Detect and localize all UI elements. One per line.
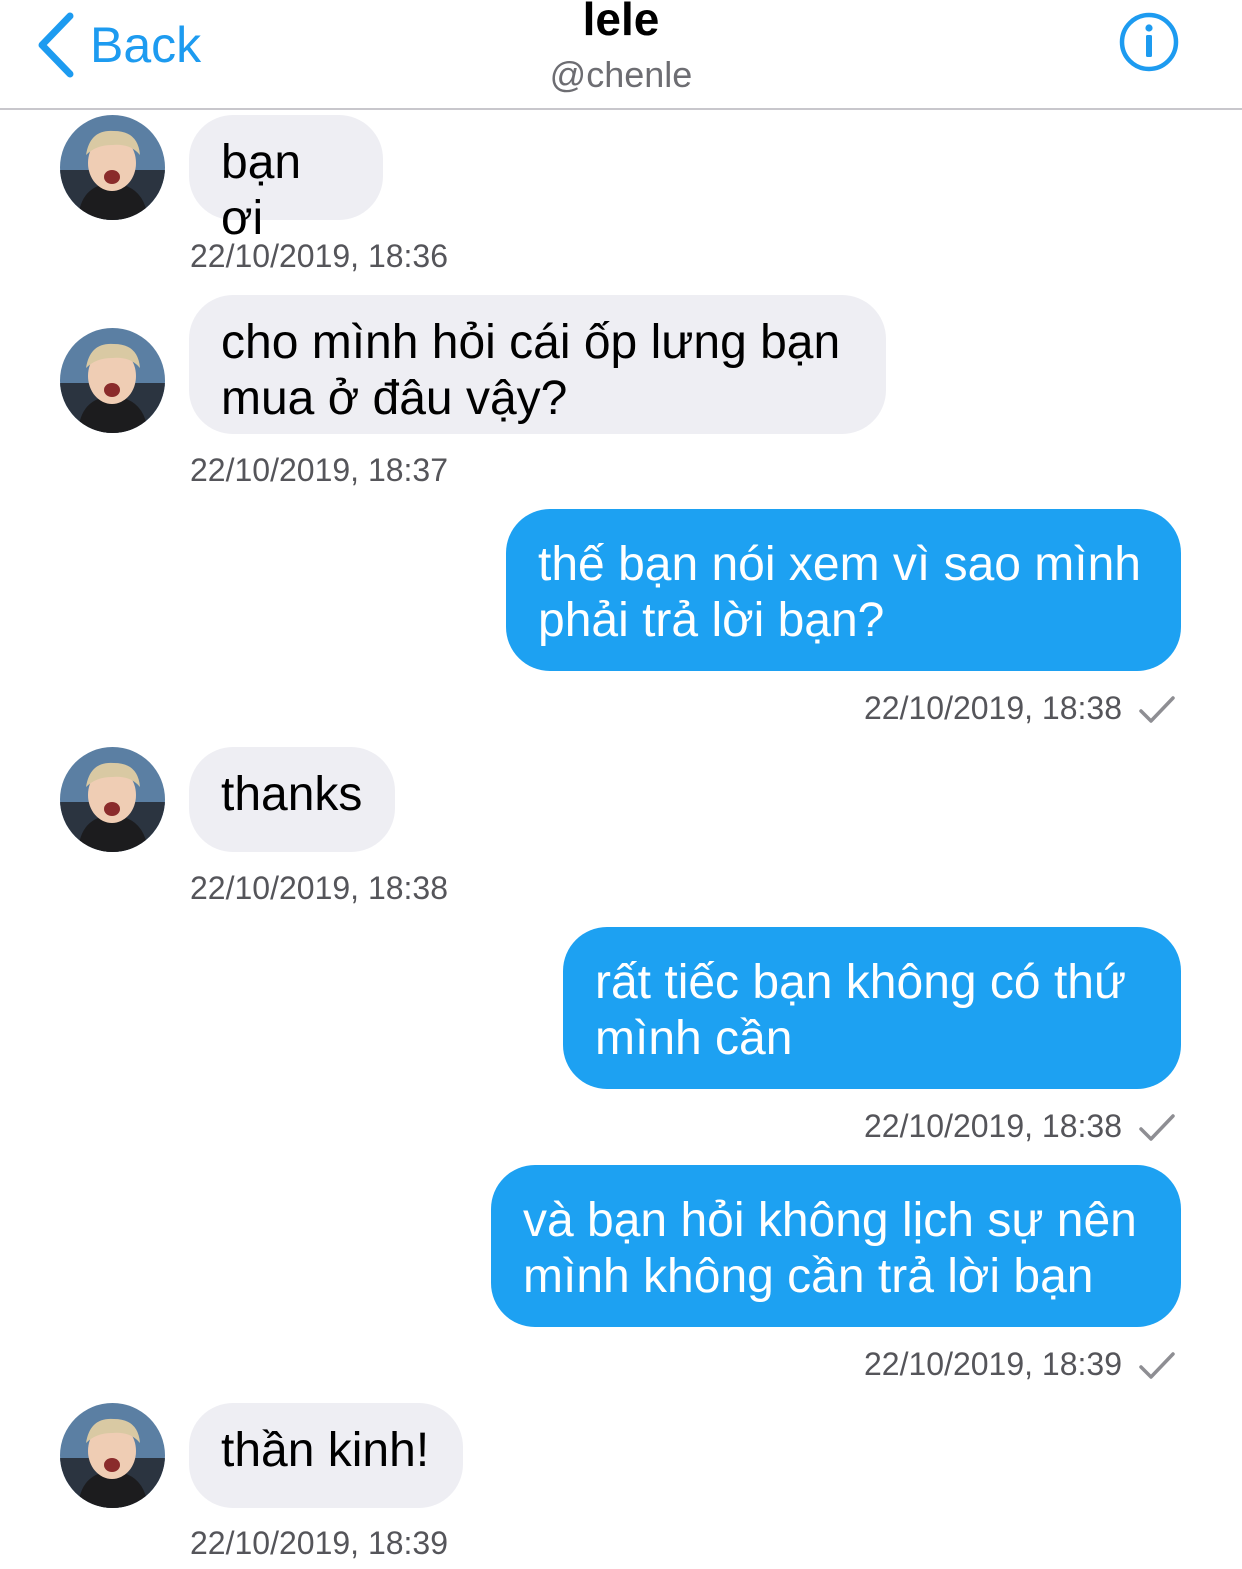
message-bubble-incoming[interactable]: thần kinh! [189, 1403, 463, 1508]
message-timestamp: 22/10/2019, 18:39 [190, 1525, 449, 1561]
message-bubble-outgoing[interactable]: và bạn hỏi không lịch sự nên mình không … [491, 1165, 1181, 1327]
message-bubble-incoming[interactable]: cho mình hỏi cái ốp lưng bạn mua ở đâu v… [189, 295, 886, 434]
message-timestamp: 22/10/2019, 18:36 [190, 238, 449, 274]
message-bubble-outgoing[interactable]: thế bạn nói xem vì sao mình phải trả lời… [506, 509, 1181, 671]
info-icon[interactable] [1119, 12, 1179, 72]
message-timestamp: 22/10/2019, 18:38 [863, 1108, 1122, 1144]
avatar[interactable] [60, 115, 165, 220]
message-bubble-incoming[interactable]: thanks [189, 747, 395, 852]
avatar[interactable] [60, 328, 165, 433]
message-timestamp: 22/10/2019, 18:38 [190, 870, 449, 906]
message-bubble-incoming[interactable]: bạn ơi [189, 115, 383, 245]
checkmark-icon [1139, 696, 1175, 723]
message-timestamp: 22/10/2019, 18:38 [863, 690, 1122, 726]
conversation-handle: @chenle [549, 54, 693, 95]
avatar[interactable] [60, 747, 165, 852]
conversation-header: Back lele @chenle [0, 0, 1242, 110]
message-bubble-outgoing[interactable]: rất tiếc bạn không có thứ mình cần [563, 927, 1181, 1089]
checkmark-icon [1139, 1352, 1175, 1379]
avatar[interactable] [60, 1403, 165, 1508]
message-timestamp: 22/10/2019, 18:37 [190, 452, 449, 488]
message-timestamp: 22/10/2019, 18:39 [863, 1346, 1122, 1382]
checkmark-icon [1139, 1114, 1175, 1141]
conversation-title: lele [582, 0, 660, 45]
